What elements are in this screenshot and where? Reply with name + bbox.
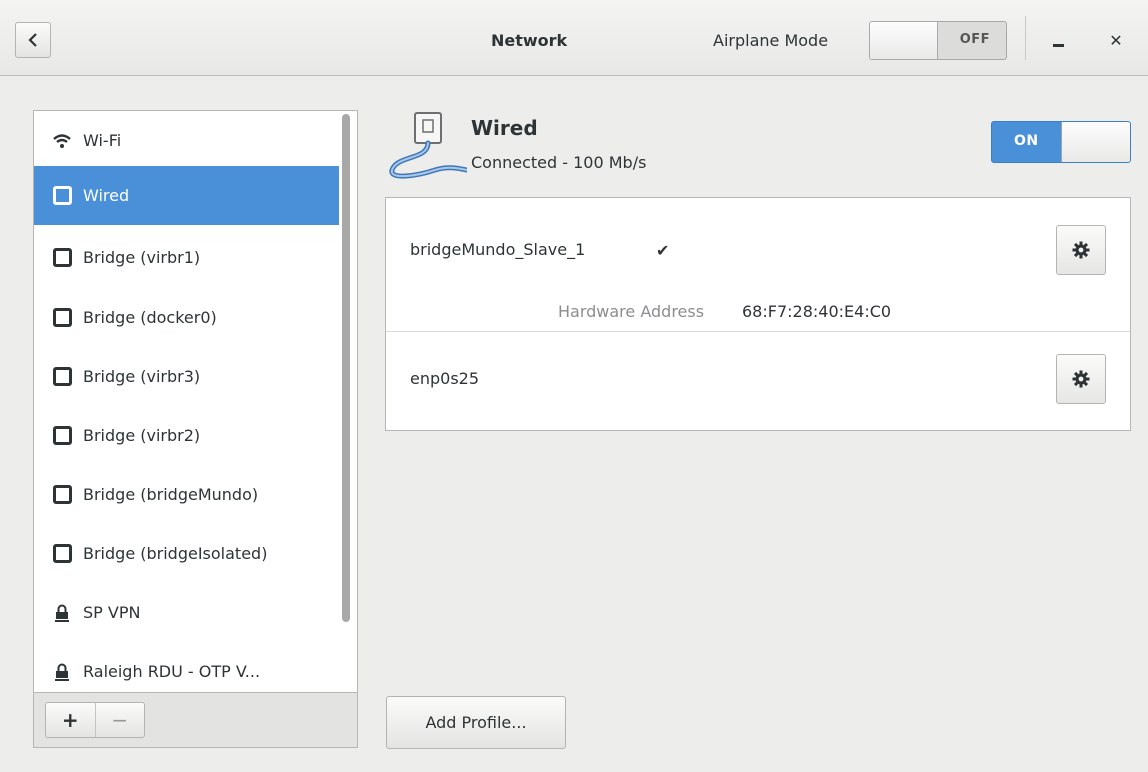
remove-device-button[interactable]: − [96,703,145,737]
device-status: Connected - 100 Mb/s [471,153,647,172]
sidebar-item-wired[interactable]: Wired [34,166,339,225]
add-profile-button[interactable]: Add Profile... [386,696,566,749]
sidebar-item-label: Bridge (virbr3) [83,367,201,386]
sidebar-item-label: Raleigh RDU - OTP V... [83,662,261,681]
profile-settings-button[interactable] [1056,354,1106,404]
gear-icon [1072,241,1090,259]
switch-knob [870,22,938,59]
sidebar-item-bridge-virbr2[interactable]: Bridge (virbr2) [34,406,339,465]
chevron-left-icon [28,33,37,47]
sidebar-item-label: Wired [83,186,130,205]
minimize-icon [1052,44,1064,47]
device-name: Wired [471,116,538,140]
sidebar-toolbar: + − [33,692,358,748]
sidebar-item-bridge-docker0[interactable]: Bridge (docker0) [34,288,339,347]
close-icon: ✕ [1109,30,1123,50]
header-separator [1025,16,1026,60]
add-remove-group: + − [45,702,145,738]
network-device-icon [52,426,72,446]
profile-settings-button[interactable] [1056,225,1106,275]
sidebar-item-label: Bridge (docker0) [83,308,217,327]
profile-row[interactable]: enp0s25 [386,332,1130,430]
sidebar-item-bridge-virbr3[interactable]: Bridge (virbr3) [34,347,339,406]
wired-switch-state: ON [1014,133,1039,149]
sidebar-item-label: Bridge (bridgeMundo) [83,485,259,504]
network-device-icon [52,248,72,268]
airplane-mode-state: OFF [959,32,990,47]
hardware-address-label: Hardware Address [558,302,705,321]
network-device-icon [52,308,72,328]
sidebar-item-wifi[interactable]: Wi-Fi [34,111,339,170]
network-device-icon [52,544,72,564]
hardware-address-value: 68:F7:28:40:E4:C0 [742,302,892,321]
wired-power-switch[interactable]: ON [991,121,1131,163]
device-list: Wi-Fi Wired Bridge (virbr1) Bridge (dock… [33,110,358,692]
gear-icon [1072,370,1090,388]
vpn-lock-icon [52,603,72,623]
sidebar-item-bridge-virbr1[interactable]: Bridge (virbr1) [34,228,339,287]
sidebar-item-sp-vpn[interactable]: SP VPN [34,583,339,642]
sidebar-item-label: Wi-Fi [83,131,122,150]
sidebar-scrollbar[interactable] [342,114,350,622]
back-button[interactable] [15,22,51,58]
sidebar-item-bridge-bridgemundo[interactable]: Bridge (bridgeMundo) [34,465,339,524]
sidebar-item-label: Bridge (bridgeIsolated) [83,544,268,563]
airplane-mode-label: Airplane Mode [713,31,829,50]
sidebar-item-label: Bridge (virbr1) [83,248,201,267]
network-device-icon [52,367,72,387]
profile-name: enp0s25 [410,369,480,388]
sidebar-item-bridge-bridgeisolated[interactable]: Bridge (bridgeIsolated) [34,524,339,583]
close-button[interactable]: ✕ [1100,24,1132,56]
profile-name: bridgeMundo_Slave_1 [410,240,586,259]
vpn-lock-icon [52,662,72,682]
profile-list: bridgeMundo_Slave_1 ✔ Hardware Address 6… [385,197,1131,431]
ethernet-cable-icon [389,112,467,179]
sidebar-item-raleigh-vpn[interactable]: Raleigh RDU - OTP V... [34,642,339,692]
network-device-icon [52,186,72,206]
active-check-icon: ✔ [656,241,670,260]
add-device-button[interactable]: + [46,703,96,737]
sidebar-item-label: Bridge (virbr2) [83,426,201,445]
minimize-button[interactable] [1042,24,1074,56]
wifi-icon [52,131,72,151]
airplane-mode-switch[interactable]: OFF [869,21,1007,60]
network-device-icon [52,485,72,505]
switch-knob [1061,122,1130,162]
sidebar-item-label: SP VPN [83,603,141,622]
header-bar: Network Airplane Mode OFF ✕ [0,0,1148,76]
window-title: Network [491,31,568,50]
profile-row[interactable]: bridgeMundo_Slave_1 ✔ Hardware Address 6… [386,198,1130,331]
